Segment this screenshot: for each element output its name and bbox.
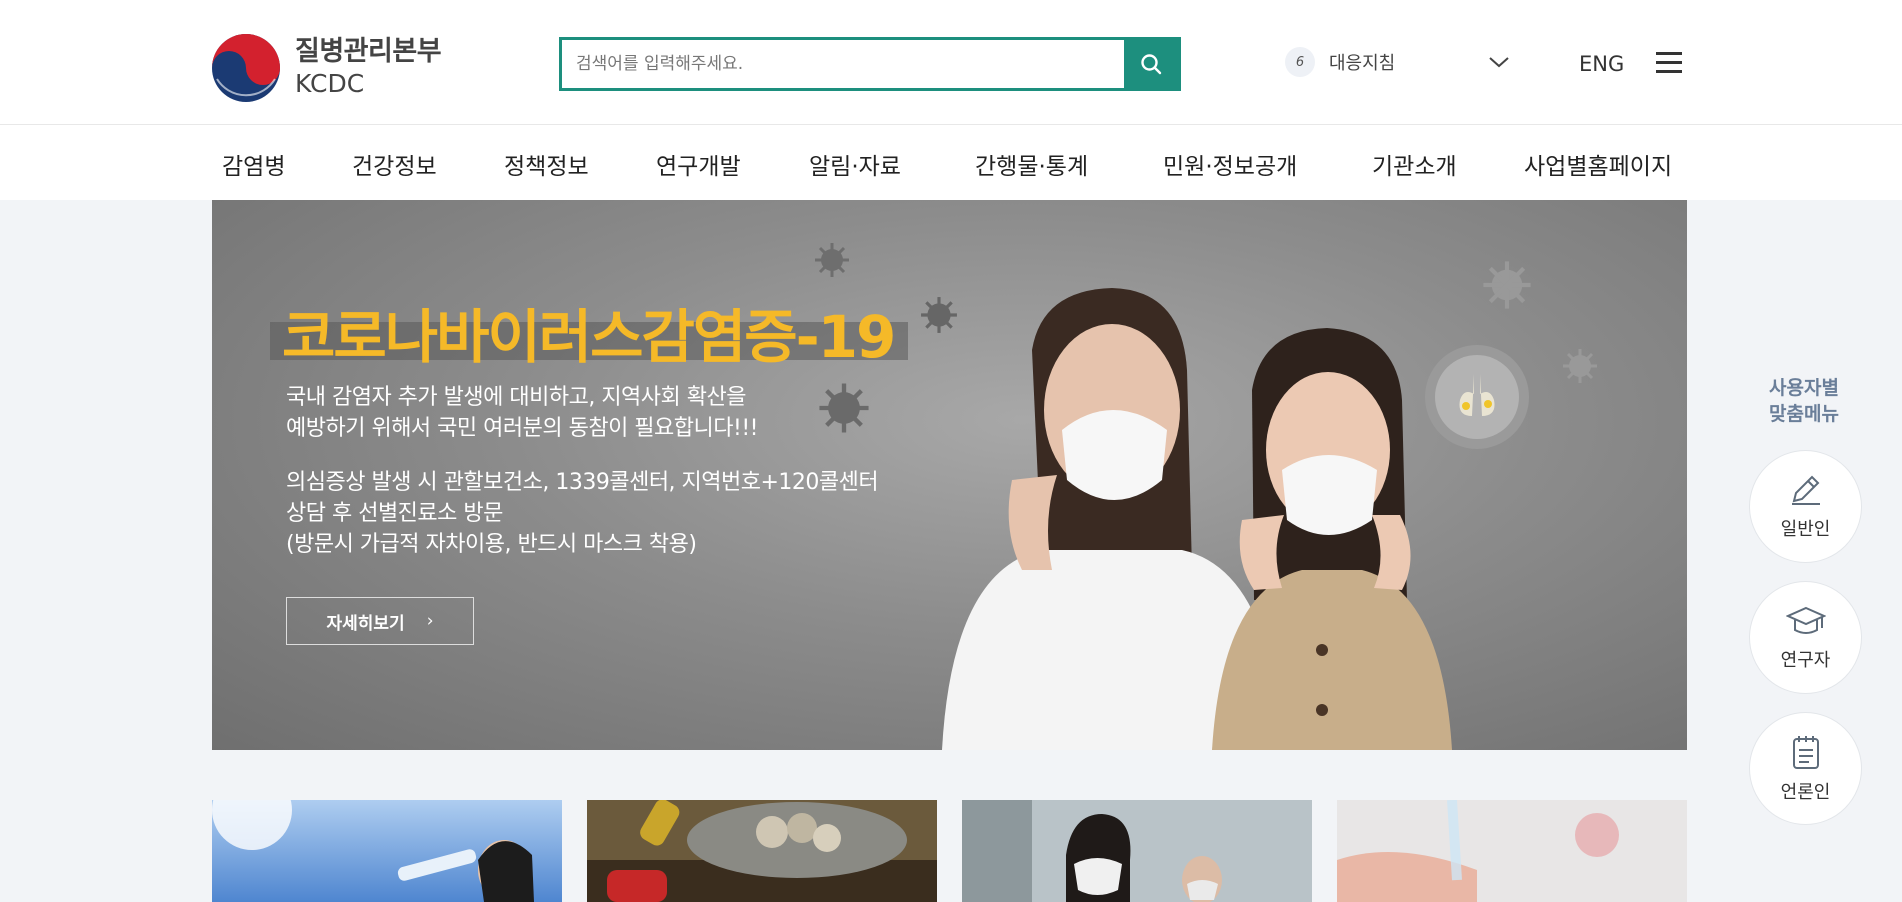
banner-description: 국내 감염자 추가 발생에 대비하고, 지역사회 확산을 예방하기 위해서 국민… [286, 385, 758, 441]
banner-title: 코로나바이러스감염증-19 [282, 303, 896, 371]
kcdc-logo[interactable]: 질병관리본부 KCDC [211, 33, 442, 103]
quick-menu-researcher[interactable]: 연구자 [1749, 581, 1862, 694]
card-thumbnail[interactable] [962, 800, 1312, 902]
card-thumbnail[interactable] [212, 800, 562, 902]
quick-menu-label: 연구자 [1780, 649, 1831, 671]
more-button-label: 자세히보기 [326, 613, 405, 634]
nav-item[interactable]: 알림·자료 [809, 147, 901, 181]
header: 질병관리본부 KCDC 6 대응지침 ENG [0, 0, 1902, 125]
logo-name-en: KCDC [295, 69, 365, 98]
pencil-icon [1791, 475, 1820, 505]
quick-menu-label: 일반인 [1780, 518, 1831, 540]
guide-dropdown[interactable]: 6 대응지침 [1285, 47, 1395, 77]
cooking-clams-photo [587, 800, 937, 902]
main-nav: 감염병 건강정보 정책정보 연구개발 알림·자료 간행물·통계 민원·정보공개 … [0, 125, 1902, 200]
quick-menu-press[interactable]: 언론인 [1749, 712, 1862, 825]
quick-menu-title: 사용자별 맞춤메뉴 [1769, 377, 1839, 425]
search-input[interactable] [562, 40, 1124, 88]
virus-icon [815, 243, 849, 277]
search-button[interactable] [1124, 40, 1178, 88]
more-button[interactable]: 자세히보기 › [286, 597, 474, 645]
nav-item[interactable]: 건강정보 [352, 147, 437, 181]
nav-item[interactable]: 간행물·통계 [975, 147, 1088, 181]
english-link[interactable]: ENG [1579, 52, 1624, 76]
nav-item[interactable]: 사업별홈페이지 [1524, 147, 1672, 181]
notepad-icon [1792, 735, 1819, 769]
card-thumbnail[interactable] [1337, 800, 1687, 902]
nav-item[interactable]: 민원·정보공개 [1163, 147, 1297, 181]
taegeuk-logo-icon [212, 34, 280, 102]
main-banner[interactable]: 코로나바이러스감염증-19 국내 감염자 추가 발생에 대비하고, 지역사회 확… [212, 200, 1687, 750]
masked-commuters-photo [962, 800, 1312, 902]
hand-washing-photo [1337, 800, 1687, 902]
banner-title-block: 코로나바이러스감염증-19 [270, 290, 908, 371]
nav-item[interactable]: 정책정보 [504, 147, 589, 181]
card-thumbnail[interactable] [587, 800, 937, 902]
masked-people-photo [942, 288, 1452, 750]
chevron-right-icon: › [426, 611, 434, 631]
nav-item[interactable]: 감염병 [222, 147, 285, 181]
quick-menu-general-public[interactable]: 일반인 [1749, 450, 1862, 563]
quick-menu-label: 언론인 [1780, 781, 1831, 803]
guide-label: 대응지침 [1329, 53, 1396, 74]
guide-number-badge: 6 [1285, 47, 1315, 77]
drinking-water-photo [212, 800, 562, 902]
nav-item[interactable]: 기관소개 [1372, 147, 1457, 181]
nav-item[interactable]: 연구개발 [656, 147, 741, 181]
search-icon [1141, 54, 1162, 75]
chevron-down-icon[interactable] [1488, 55, 1510, 69]
search-box [559, 37, 1181, 91]
graduation-cap-icon [1785, 606, 1826, 634]
hamburger-icon[interactable] [1656, 52, 1682, 74]
virus-icon [819, 383, 869, 433]
banner-guidance: 의심증상 발생 시 관할보건소, 1339콜센터, 지역번호+120콜센터 상담… [286, 470, 879, 557]
logo-name-ko: 질병관리본부 [295, 36, 442, 67]
